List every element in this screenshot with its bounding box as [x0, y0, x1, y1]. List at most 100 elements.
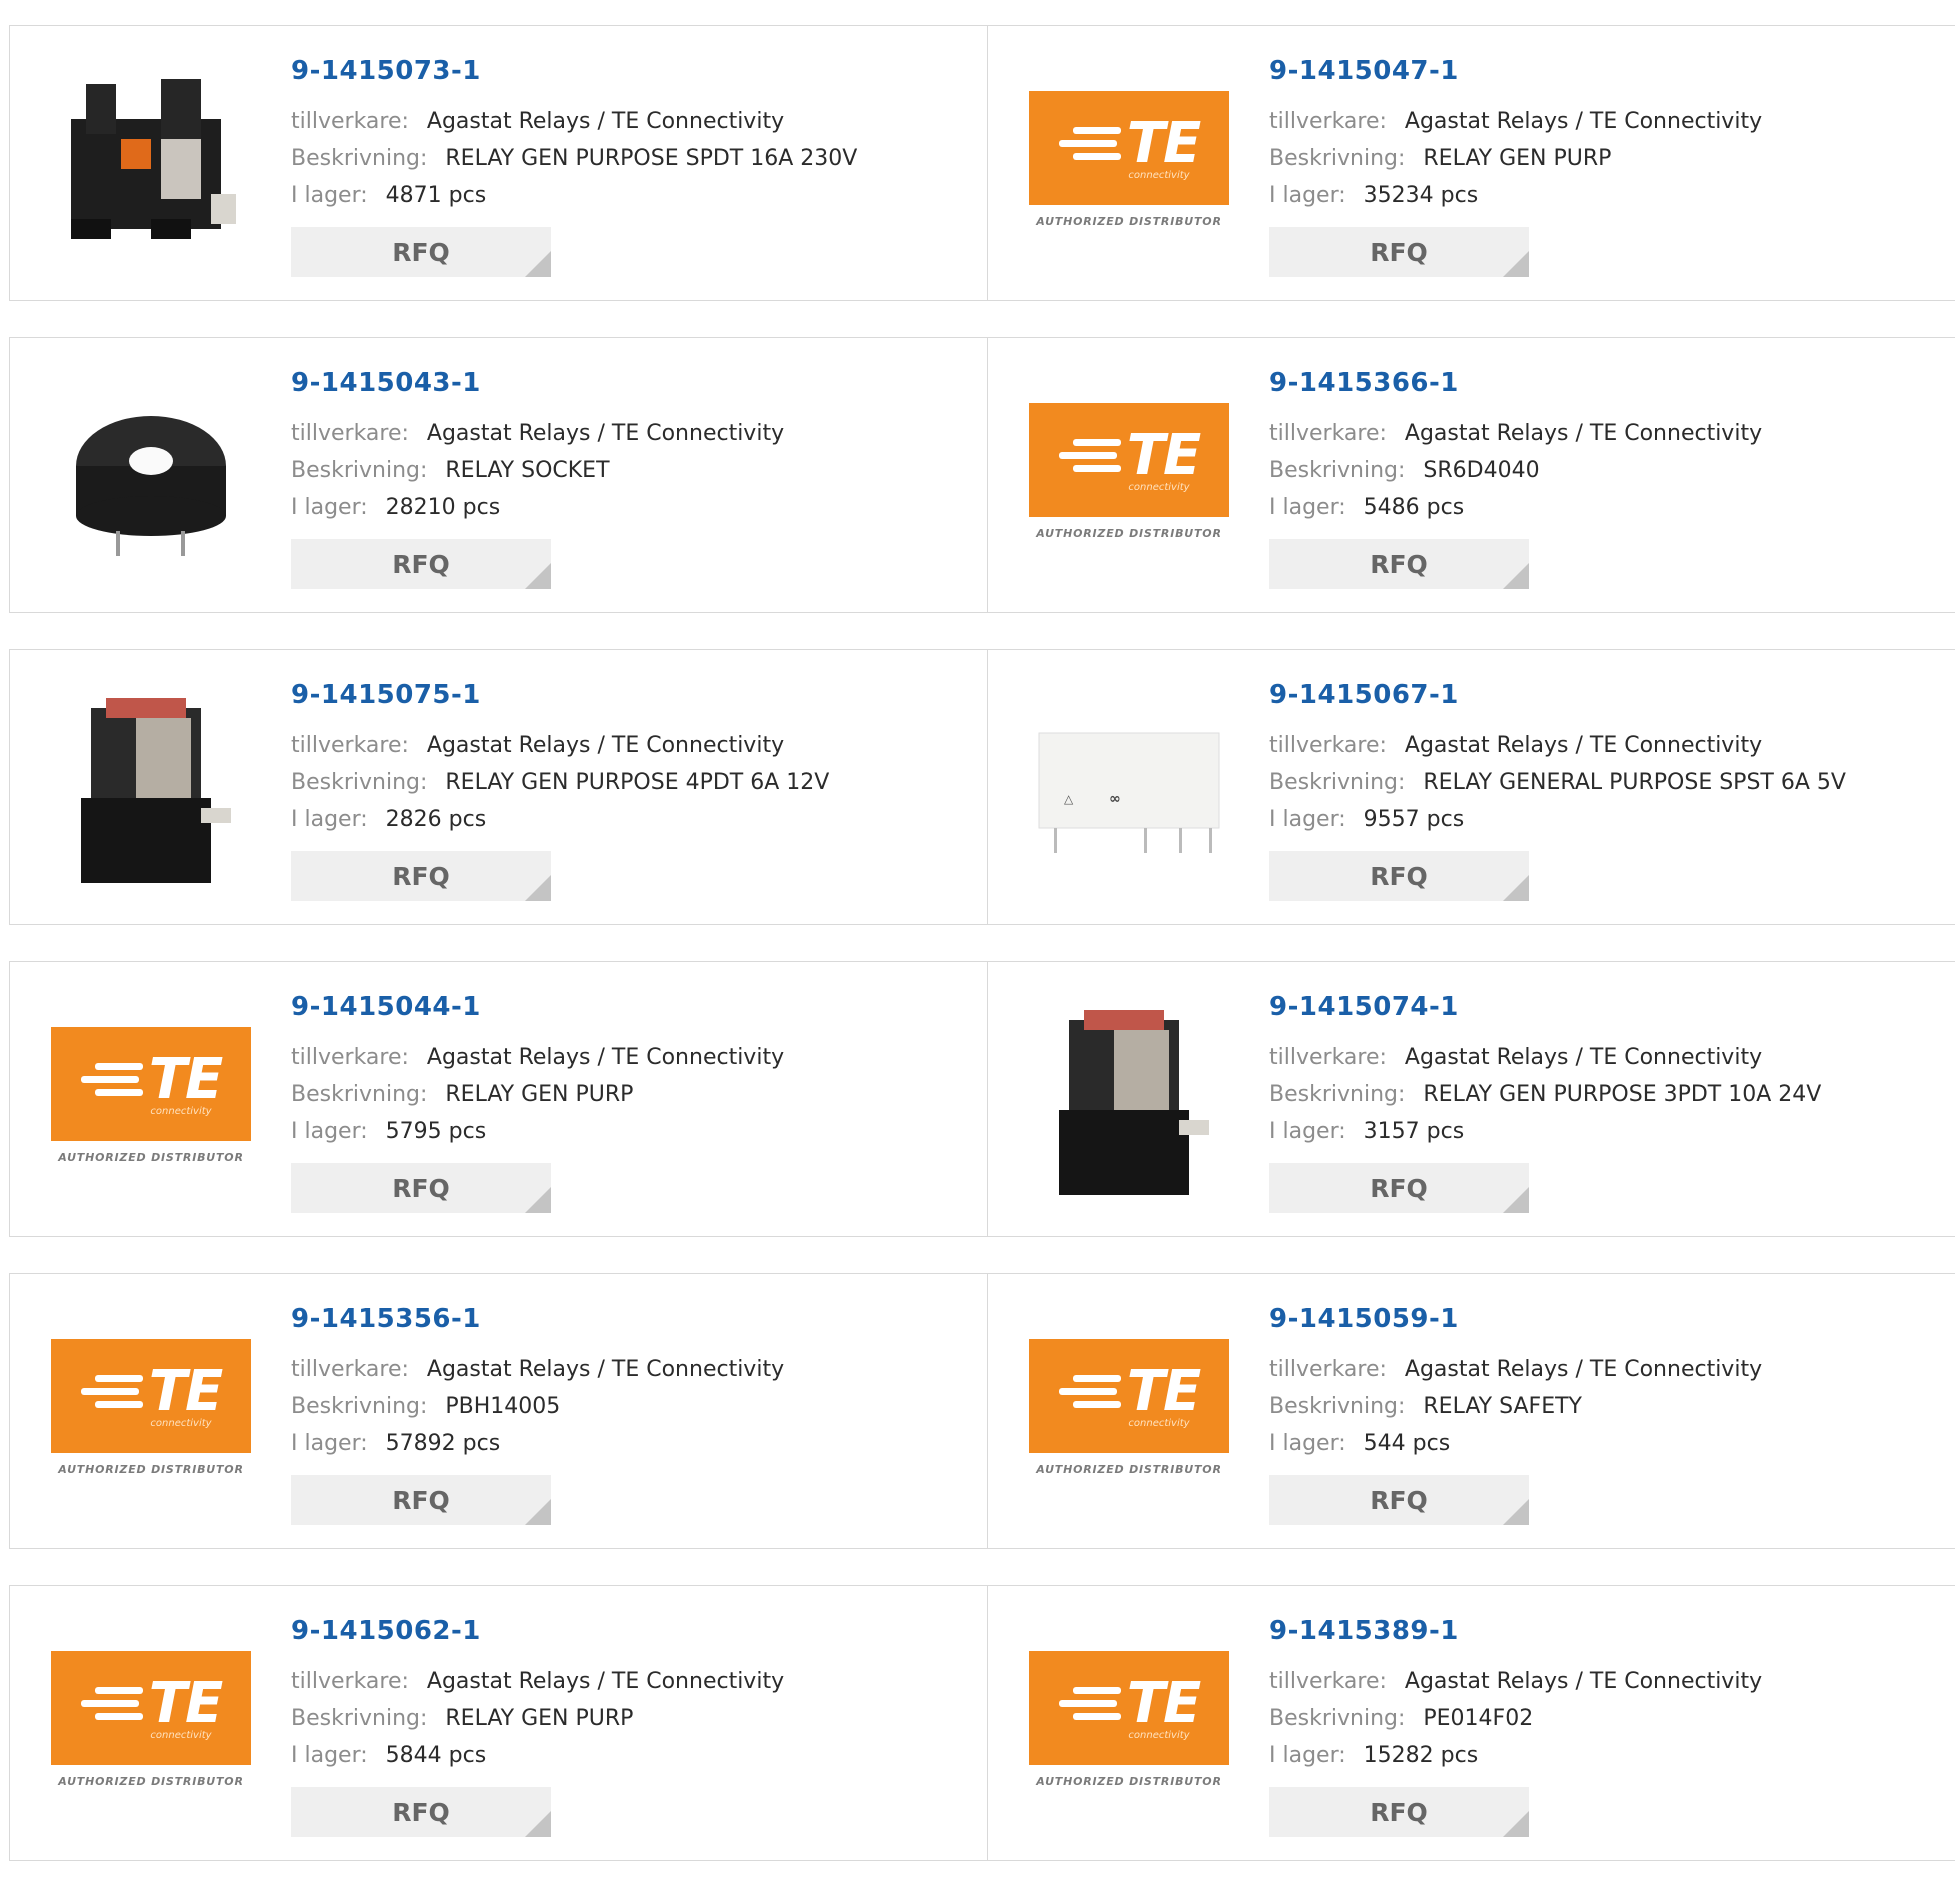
description-value: RELAY GEN PURP [445, 1706, 634, 1731]
manufacturer-line: tillverkare: Agastat Relays / TE Connecti… [291, 1039, 784, 1076]
te-logo-box: TE connectivity [1029, 91, 1229, 205]
manufacturer-value: Agastat Relays / TE Connectivity [426, 733, 785, 758]
product-thumbnail[interactable]: TE connectivity AUTHORIZED DISTRIBUTOR [51, 1314, 251, 1514]
te-logo-letters: TE [1126, 1670, 1201, 1736]
manufacturer-value: Agastat Relays / TE Connectivity [1404, 1357, 1763, 1382]
part-number-link[interactable]: 9-1415044-1 [291, 990, 784, 1024]
description-value: RELAY GEN PURPOSE 4PDT 6A 12V [445, 770, 830, 795]
part-number-link[interactable]: 9-1415062-1 [291, 1614, 784, 1648]
description-line: Beskrivning: RELAY GEN PURPOSE 4PDT 6A 12… [291, 764, 829, 801]
te-logo-sub: connectivity [1128, 169, 1190, 181]
manufacturer-value: Agastat Relays / TE Connectivity [1404, 1045, 1763, 1070]
part-number-link[interactable]: 9-1415356-1 [291, 1302, 784, 1336]
product-photo[interactable] [61, 386, 241, 570]
manufacturer-line: tillverkare: Agastat Relays / TE Connecti… [1269, 727, 1846, 764]
product-card: TE connectivity AUTHORIZED DISTRIBUTOR 9-14… [10, 1586, 988, 1860]
stock-label: I lager: [291, 1119, 368, 1144]
rfq-button[interactable]: RFQ [1269, 539, 1529, 589]
product-thumbnail[interactable]: TE connectivity AUTHORIZED DISTRIBUTOR [1029, 66, 1229, 266]
rfq-label: RFQ [392, 861, 450, 891]
part-number-link[interactable]: 9-1415073-1 [291, 54, 857, 88]
te-logo-sub: connectivity [150, 1729, 212, 1741]
product-thumbnail[interactable]: TE connectivity AUTHORIZED DISTRIBUTOR [1029, 1314, 1229, 1514]
description-line: Beskrivning: PE014F02 [1269, 1700, 1762, 1737]
product-photo[interactable]: △ ∞ [1034, 703, 1224, 877]
part-number-link[interactable]: 9-1415075-1 [291, 678, 829, 712]
manufacturer-line: tillverkare: Agastat Relays / TE Connecti… [291, 1351, 784, 1388]
rfq-label: RFQ [392, 1173, 450, 1203]
manufacturer-line: tillverkare: Agastat Relays / TE Connecti… [1269, 415, 1762, 452]
part-number-link[interactable]: 9-1415043-1 [291, 366, 784, 400]
te-logo: TE connectivity AUTHORIZED DISTRIBUTOR [1029, 1651, 1229, 1801]
product-thumbnail[interactable] [51, 66, 251, 266]
rfq-button[interactable]: RFQ [1269, 1475, 1529, 1525]
rfq-button[interactable]: RFQ [291, 1475, 551, 1525]
part-number-link[interactable]: 9-1415067-1 [1269, 678, 1846, 712]
rfq-button[interactable]: RFQ [291, 1163, 551, 1213]
part-number-link[interactable]: 9-1415389-1 [1269, 1614, 1762, 1648]
rfq-label: RFQ [392, 549, 450, 579]
stock-label: I lager: [291, 183, 368, 208]
part-number-link[interactable]: 9-1415047-1 [1269, 54, 1762, 88]
stock-line: I lager: 9557 pcs [1269, 801, 1846, 838]
description-value: RELAY SOCKET [445, 458, 610, 483]
rfq-button[interactable]: RFQ [1269, 1163, 1529, 1213]
rfq-button[interactable]: RFQ [1269, 1787, 1529, 1837]
te-logo-sub: connectivity [1128, 481, 1190, 493]
te-logo-box: TE connectivity [51, 1027, 251, 1141]
corner-fold-icon [1503, 875, 1529, 901]
manufacturer-value: Agastat Relays / TE Connectivity [1404, 733, 1763, 758]
stock-value: 5486 pcs [1363, 495, 1465, 520]
product-thumbnail[interactable] [51, 690, 251, 890]
te-logo-letters: TE [148, 1358, 223, 1424]
stock-label: I lager: [1269, 1743, 1346, 1768]
stock-label: I lager: [1269, 807, 1346, 832]
manufacturer-value: Agastat Relays / TE Connectivity [1404, 421, 1763, 446]
manufacturer-label: tillverkare: [1269, 1357, 1387, 1382]
authorized-distributor-label: AUTHORIZED DISTRIBUTOR [1036, 1463, 1222, 1476]
rfq-button[interactable]: RFQ [1269, 227, 1529, 277]
part-number-link[interactable]: 9-1415074-1 [1269, 990, 1821, 1024]
te-logo: TE connectivity AUTHORIZED DISTRIBUTOR [51, 1339, 251, 1489]
manufacturer-label: tillverkare: [1269, 421, 1387, 446]
product-thumbnail[interactable] [1029, 1002, 1229, 1202]
product-card: TE connectivity AUTHORIZED DISTRIBUTOR 9-14… [988, 26, 1955, 300]
product-photo[interactable] [61, 688, 241, 892]
product-photo[interactable] [1039, 1000, 1219, 1204]
manufacturer-label: tillverkare: [291, 1045, 409, 1070]
rfq-button[interactable]: RFQ [1269, 851, 1529, 901]
description-label: Beskrivning: [291, 1706, 428, 1731]
product-info: 9-1415073-1 tillverkare: Agastat Relays / … [291, 54, 857, 277]
product-card: TE connectivity AUTHORIZED DISTRIBUTOR 9-14… [988, 338, 1955, 612]
manufacturer-line: tillverkare: Agastat Relays / TE Connecti… [1269, 1351, 1762, 1388]
rfq-button[interactable]: RFQ [291, 851, 551, 901]
product-photo[interactable] [61, 69, 241, 263]
product-thumbnail[interactable]: TE connectivity AUTHORIZED DISTRIBUTOR [1029, 1626, 1229, 1826]
product-info: 9-1415067-1 tillverkare: Agastat Relays / … [1269, 678, 1846, 901]
product-thumbnail[interactable]: TE connectivity AUTHORIZED DISTRIBUTOR [51, 1626, 251, 1826]
part-number-link[interactable]: 9-1415366-1 [1269, 366, 1762, 400]
authorized-distributor-label: AUTHORIZED DISTRIBUTOR [1036, 527, 1222, 540]
rfq-button[interactable]: RFQ [291, 1787, 551, 1837]
product-info: 9-1415043-1 tillverkare: Agastat Relays / … [291, 366, 784, 589]
manufacturer-line: tillverkare: Agastat Relays / TE Connecti… [291, 415, 784, 452]
te-logo-box: TE connectivity [51, 1651, 251, 1765]
product-row: TE connectivity AUTHORIZED DISTRIBUTOR 9-14… [9, 1585, 1955, 1861]
te-logo-box: TE connectivity [1029, 1339, 1229, 1453]
te-logo-letters: TE [148, 1670, 223, 1736]
part-number-link[interactable]: 9-1415059-1 [1269, 1302, 1762, 1336]
stock-label: I lager: [1269, 495, 1346, 520]
description-label: Beskrivning: [291, 770, 428, 795]
stock-value: 544 pcs [1363, 1431, 1451, 1456]
product-info: 9-1415075-1 tillverkare: Agastat Relays / … [291, 678, 829, 901]
description-label: Beskrivning: [1269, 458, 1406, 483]
product-thumbnail[interactable]: △ ∞ [1029, 690, 1229, 890]
stock-line: I lager: 544 pcs [1269, 1425, 1762, 1462]
product-thumbnail[interactable]: TE connectivity AUTHORIZED DISTRIBUTOR [51, 1002, 251, 1202]
rfq-button[interactable]: RFQ [291, 227, 551, 277]
product-thumbnail[interactable] [51, 378, 251, 578]
product-thumbnail[interactable]: TE connectivity AUTHORIZED DISTRIBUTOR [1029, 378, 1229, 578]
rfq-button[interactable]: RFQ [291, 539, 551, 589]
product-info: 9-1415356-1 tillverkare: Agastat Relays / … [291, 1302, 784, 1525]
te-logo: TE connectivity AUTHORIZED DISTRIBUTOR [1029, 403, 1229, 553]
